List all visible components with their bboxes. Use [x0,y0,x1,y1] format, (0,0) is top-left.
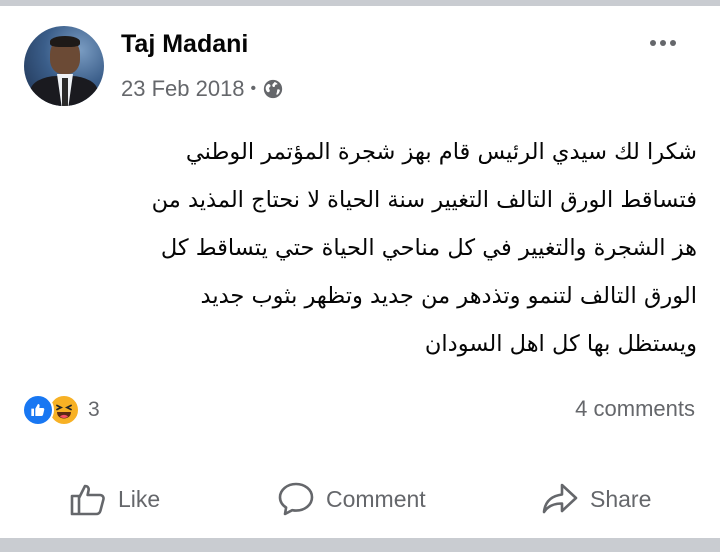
like-reaction-icon [22,394,54,426]
comments-count-link[interactable]: 4 comments [575,396,695,422]
meta-separator: • [250,80,257,97]
globe-icon[interactable] [262,78,284,100]
avatar[interactable] [24,26,104,106]
share-label: Share [590,485,652,512]
top-divider [0,0,720,6]
share-button[interactable]: Share [540,474,651,524]
ellipsis-icon [650,40,656,46]
comment-icon [278,482,314,516]
thumbs-up-icon [70,484,105,516]
reactions-summary[interactable]: 3 [22,394,100,426]
reaction-count: 3 [88,398,100,421]
post-text-line: الورق التالف لتنمو وتذدهر من جديد وتظهر … [200,283,697,309]
post-text-line: ويستظل بها كل اهل السودان [424,331,697,357]
author-name[interactable]: Taj Madani [121,30,248,59]
comment-button[interactable]: Comment [276,474,426,524]
bottom-divider [0,538,720,552]
post-text: شكرا لك سيدي الرئيس قام بهز شجرة المؤتمر… [100,128,697,368]
post-text-line: هز الشجرة والتغيير في كل مناحي الحياة حت… [160,235,697,261]
like-label: Like [118,485,161,512]
post-date[interactable]: 23 Feb 2018 [121,76,245,102]
post-text-line: فتساقط الورق التالف التغيير سنة الحياة ل… [151,187,697,213]
post-text-line: شكرا لك سيدي الرئيس قام بهز شجرة المؤتمر… [185,139,697,165]
comment-label: Comment [326,485,426,512]
share-icon [542,483,578,514]
like-button[interactable]: Like [68,474,160,524]
more-options-button[interactable] [650,40,676,46]
post-action-bar: Like Comment Share [0,474,720,524]
post-meta: 23 Feb 2018 • [121,76,284,102]
